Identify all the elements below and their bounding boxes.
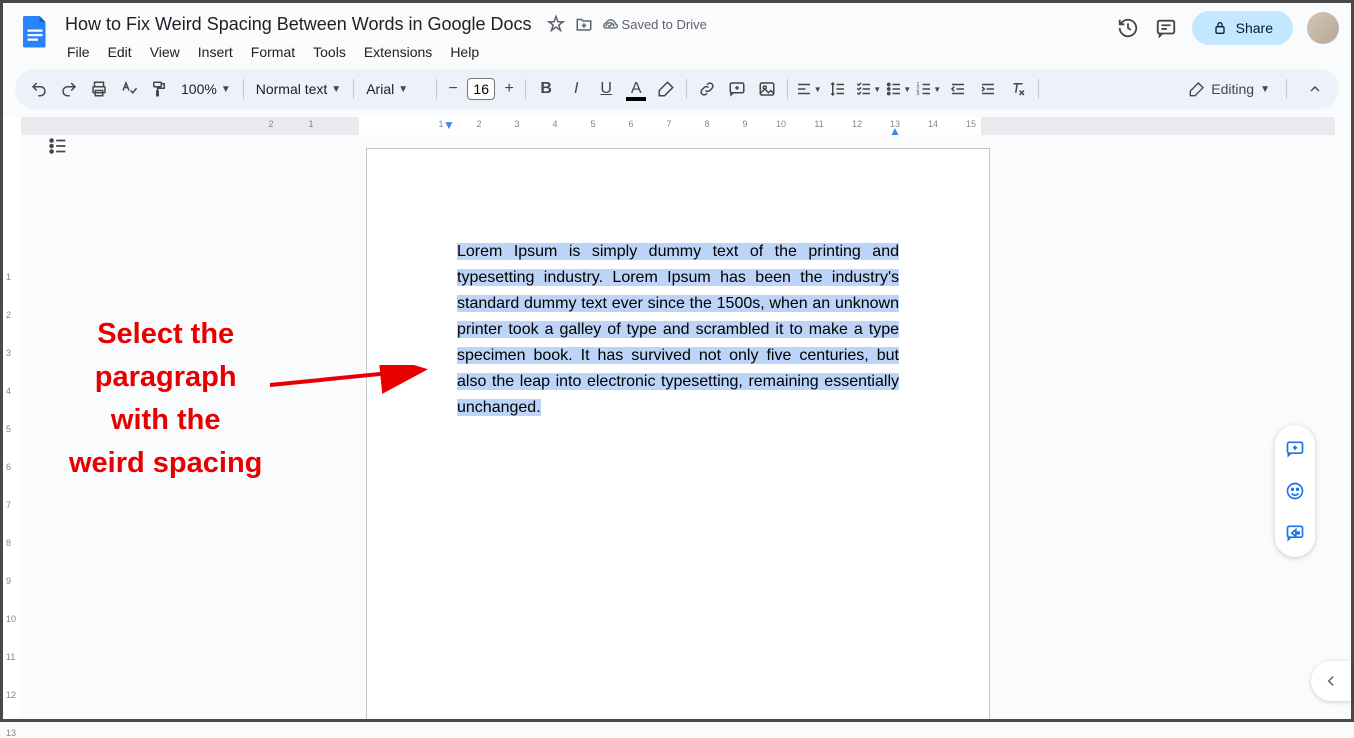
outline-toggle-icon[interactable] xyxy=(43,131,73,161)
share-label: Share xyxy=(1236,20,1273,36)
insert-link-button[interactable] xyxy=(693,75,721,103)
title-area: How to Fix Weird Spacing Between Words i… xyxy=(59,11,1116,65)
vertical-ruler[interactable]: 12345678910111213 xyxy=(3,117,21,719)
move-icon[interactable] xyxy=(574,14,594,34)
annotation-text: Select the paragraph with the weird spac… xyxy=(69,313,262,485)
menu-help[interactable]: Help xyxy=(442,40,487,64)
header: How to Fix Weird Spacing Between Words i… xyxy=(3,3,1351,65)
comments-icon[interactable] xyxy=(1154,16,1178,40)
avatar[interactable] xyxy=(1307,12,1339,44)
document-area: 12345678910111213 2112345678910111213141… xyxy=(3,117,1351,719)
toolbar: 100%▼ Normal text▼ Arial▼ − + B I U A ▼ … xyxy=(15,69,1339,109)
bulleted-list-button[interactable]: ▼ xyxy=(884,75,912,103)
header-right: Share xyxy=(1116,11,1339,45)
suggest-edits-icon[interactable] xyxy=(1281,519,1309,547)
increase-indent-button[interactable] xyxy=(974,75,1002,103)
menu-edit[interactable]: Edit xyxy=(100,40,140,64)
mode-select[interactable]: Editing ▼ xyxy=(1179,77,1280,101)
horizontal-ruler[interactable]: 21123456789101112131415▼▲ xyxy=(21,117,1335,135)
save-status-text: Saved to Drive xyxy=(622,17,707,32)
annotation-arrow-icon xyxy=(265,365,435,405)
page[interactable]: Lorem Ipsum is simply dummy text of the … xyxy=(367,149,989,719)
add-comment-icon[interactable] xyxy=(1281,435,1309,463)
mode-label: Editing xyxy=(1211,81,1254,97)
highlight-button[interactable] xyxy=(652,75,680,103)
spellcheck-button[interactable] xyxy=(115,75,143,103)
font-size-group: − + xyxy=(443,78,519,100)
add-comment-button[interactable] xyxy=(723,75,751,103)
paint-format-button[interactable] xyxy=(145,75,173,103)
collapse-toolbar-button[interactable] xyxy=(1301,75,1329,103)
menu-tools[interactable]: Tools xyxy=(305,40,354,64)
menu-view[interactable]: View xyxy=(142,40,188,64)
explore-button[interactable] xyxy=(1311,661,1351,701)
font-size-input[interactable] xyxy=(467,78,495,100)
align-button[interactable]: ▼ xyxy=(794,75,822,103)
italic-button[interactable]: I xyxy=(562,75,590,103)
menu-format[interactable]: Format xyxy=(243,40,303,64)
emoji-reaction-icon[interactable] xyxy=(1281,477,1309,505)
decrease-indent-button[interactable] xyxy=(944,75,972,103)
docs-logo[interactable] xyxy=(15,11,55,51)
undo-button[interactable] xyxy=(25,75,53,103)
bold-button[interactable]: B xyxy=(532,75,560,103)
print-button[interactable] xyxy=(85,75,113,103)
selected-text: Lorem Ipsum is simply dummy text of the … xyxy=(457,243,899,416)
font-select[interactable]: Arial▼ xyxy=(360,77,430,101)
paragraph[interactable]: Lorem Ipsum is simply dummy text of the … xyxy=(457,239,899,422)
comment-toolbar xyxy=(1275,425,1315,557)
doc-title[interactable]: How to Fix Weird Spacing Between Words i… xyxy=(59,12,538,37)
menu-insert[interactable]: Insert xyxy=(190,40,241,64)
numbered-list-button[interactable]: 123▼ xyxy=(914,75,942,103)
menu-extensions[interactable]: Extensions xyxy=(356,40,440,64)
insert-image-button[interactable] xyxy=(753,75,781,103)
menu-bar: File Edit View Insert Format Tools Exten… xyxy=(59,39,1116,65)
redo-button[interactable] xyxy=(55,75,83,103)
line-spacing-button[interactable] xyxy=(824,75,852,103)
clear-formatting-button[interactable] xyxy=(1004,75,1032,103)
styles-select[interactable]: Normal text▼ xyxy=(250,77,347,101)
checklist-button[interactable]: ▼ xyxy=(854,75,882,103)
underline-button[interactable]: U xyxy=(592,75,620,103)
text-color-button[interactable]: A xyxy=(622,75,650,103)
history-icon[interactable] xyxy=(1116,16,1140,40)
decrease-font-button[interactable]: − xyxy=(443,79,463,99)
menu-file[interactable]: File xyxy=(59,40,98,64)
share-button[interactable]: Share xyxy=(1192,11,1293,45)
save-status[interactable]: Saved to Drive xyxy=(602,16,707,32)
zoom-select[interactable]: 100%▼ xyxy=(175,77,237,101)
increase-font-button[interactable]: + xyxy=(499,79,519,99)
svg-text:3: 3 xyxy=(917,91,920,97)
star-icon[interactable] xyxy=(546,14,566,34)
